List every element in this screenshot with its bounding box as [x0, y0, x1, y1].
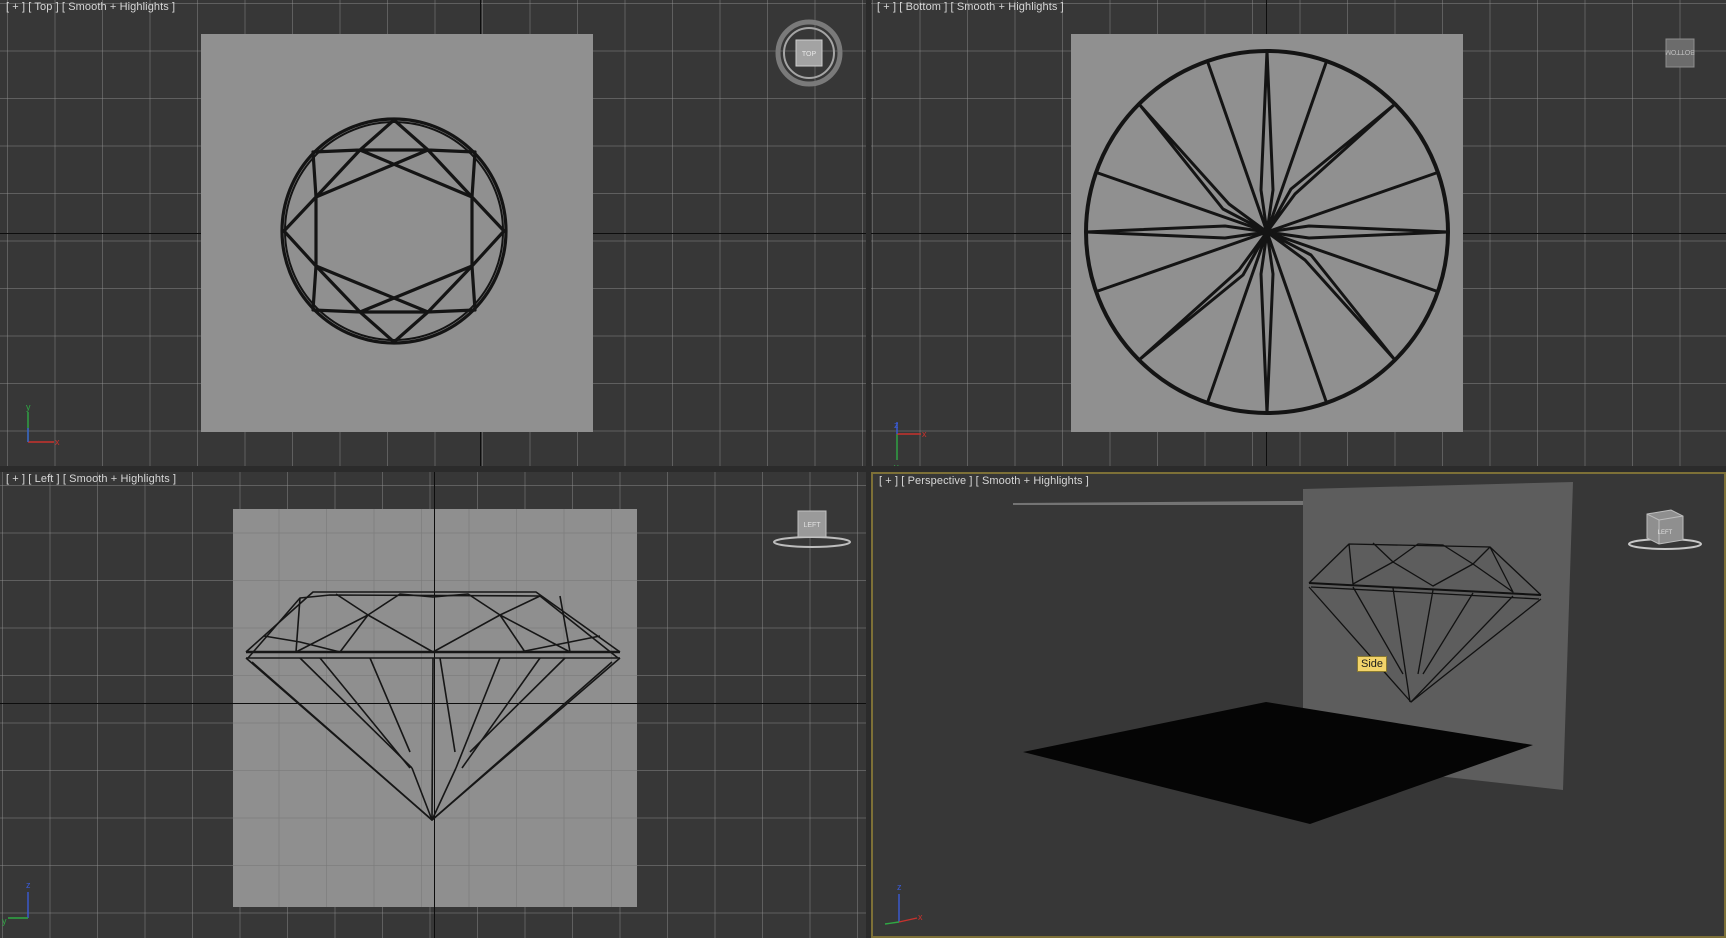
perspective-scene: [1013, 482, 1573, 824]
diamond-side-drawing: [245, 591, 621, 821]
viewport-perspective[interactable]: Side LEFT z x [ + ] [ Perspective ] [ Sm…: [871, 472, 1726, 938]
viewport-left[interactable]: LEFT z y [ + ] [ Left ] [ Smooth + Highl…: [0, 472, 866, 938]
viewcube-face-label: LEFT: [803, 522, 821, 529]
viewcube-perspective[interactable]: LEFT: [1625, 506, 1705, 554]
svg-text:z: z: [894, 420, 899, 430]
viewport-label-left[interactable]: [ + ] [ Left ] [ Smooth + Highlights ]: [6, 473, 176, 485]
object-tooltip: Side: [1357, 656, 1388, 672]
viewcube-face-label: LEFT: [1658, 530, 1673, 536]
viewport-label-bottom[interactable]: [ + ] [ Bottom ] [ Smooth + Highlights ]: [877, 1, 1064, 13]
svg-text:x: x: [922, 429, 927, 439]
svg-text:z: z: [26, 880, 31, 890]
axis-tripod-icon: z y: [2, 880, 31, 926]
svg-text:y: y: [2, 916, 7, 926]
viewcube-face-label: TOP: [802, 51, 817, 58]
axis-tripod-icon: z x y: [894, 420, 927, 466]
viewcube-bottom[interactable]: BOTTOM: [1663, 36, 1697, 70]
svg-text:y: y: [26, 402, 31, 412]
diamond-bottom-drawing: [1084, 49, 1450, 415]
viewport-label-top[interactable]: [ + ] [ Top ] [ Smooth + Highlights ]: [6, 1, 175, 13]
viewport-bottom[interactable]: BOTTOM z x y [ + ] [ Bottom ] [ Smooth +…: [871, 0, 1726, 466]
diamond-top-drawing: [280, 117, 508, 345]
viewport-top[interactable]: TOP y x [ + ] [ Top ] [ Smooth + Highlig…: [0, 0, 866, 466]
axis-tripod-icon: y x: [26, 402, 60, 447]
viewport-label-perspective[interactable]: [ + ] [ Perspective ] [ Smooth + Highlig…: [879, 475, 1089, 487]
svg-text:x: x: [918, 912, 923, 922]
viewcube-face-label: BOTTOM: [1665, 48, 1695, 55]
viewcube-top[interactable]: TOP: [774, 18, 844, 88]
svg-text:x: x: [55, 437, 60, 447]
axis-tripod-icon: z x: [884, 882, 923, 925]
svg-text:y: y: [894, 462, 899, 466]
svg-text:z: z: [897, 882, 902, 892]
viewcube-left[interactable]: LEFT: [772, 508, 852, 552]
